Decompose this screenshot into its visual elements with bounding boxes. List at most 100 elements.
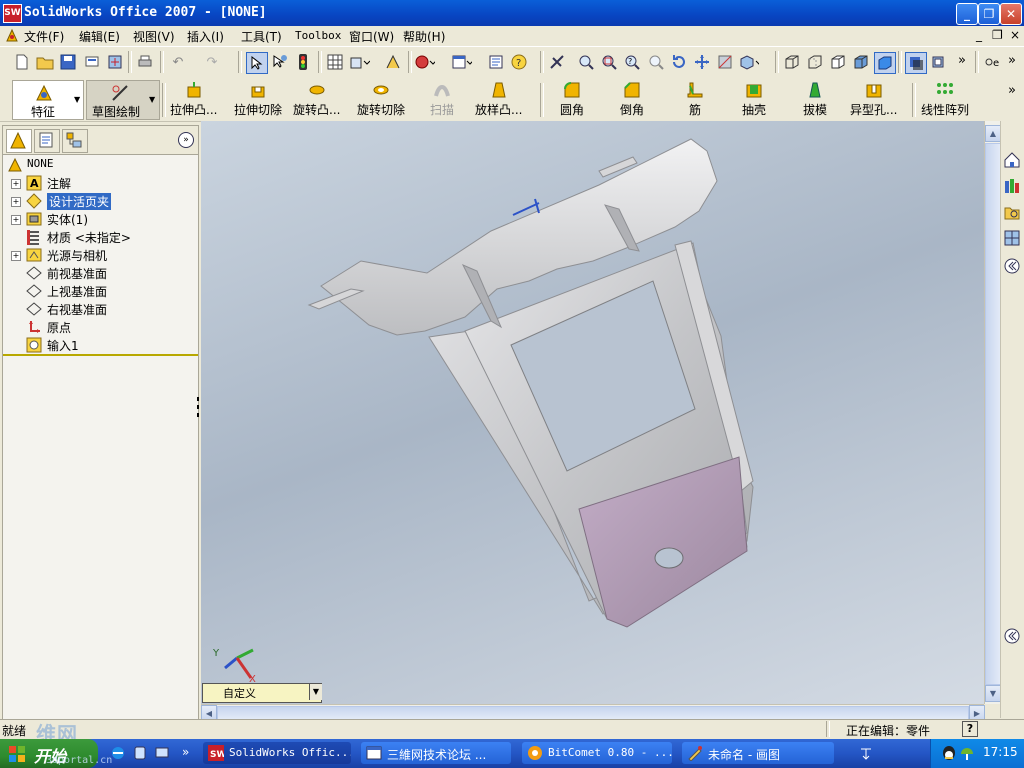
doc-close-button[interactable]: × [1010, 28, 1020, 42]
perspective-icon[interactable] [928, 52, 948, 72]
expand-icon[interactable]: + [11, 251, 21, 261]
tree-node-imported1[interactable]: 输入1 [3, 336, 198, 354]
media-quicklaunch-icon[interactable] [132, 745, 148, 761]
graphics-area[interactable]: Y X 自定义 ▼ [201, 121, 984, 704]
status-help-button[interactable]: ? [962, 721, 978, 737]
task-paint[interactable]: 未命名 - 画图 [682, 742, 834, 764]
extrude-cut-button[interactable]: 拉伸切除 [234, 81, 282, 119]
scroll-up-button[interactable]: ▲ [985, 125, 1001, 142]
minimize-button[interactable]: _ [956, 3, 978, 25]
vertical-scrollbar[interactable]: ▲ ▼ [984, 121, 1002, 704]
tab-configuration-manager[interactable] [62, 129, 88, 153]
new-file-icon[interactable] [12, 52, 32, 72]
menu-window[interactable]: 窗口(W) [349, 28, 394, 45]
rebuild-traffic-light-icon[interactable] [293, 52, 313, 72]
scroll-down-button[interactable]: ▼ [985, 685, 1001, 702]
tree-node-lights-cameras[interactable]: + 光源与相机 [3, 246, 198, 264]
linear-pattern-button[interactable]: 线性阵列 [921, 81, 969, 119]
hidden-lines-visible-icon[interactable] [805, 52, 825, 72]
undo-icon[interactable]: ↶ [168, 52, 188, 72]
ie-quicklaunch-icon[interactable] [110, 745, 126, 761]
panel-splitter-handle[interactable] [196, 395, 200, 419]
select-pointer-icon[interactable] [246, 52, 268, 74]
file-explorer-icon[interactable] [1003, 203, 1021, 221]
redo-icon[interactable]: ↷ [202, 52, 222, 72]
tree-node-annotations[interactable]: + A 注解 [3, 174, 198, 192]
shell-button[interactable]: 抽壳 [742, 81, 766, 119]
zoom-area-icon[interactable] [599, 52, 619, 72]
rollback-bar[interactable] [3, 354, 198, 356]
tree-node-design-binder[interactable]: + 设计活页夹 [3, 192, 198, 210]
view-palette-icon[interactable] [1003, 229, 1021, 247]
sketch-tool-icon[interactable] [547, 52, 567, 72]
maximize-button[interactable]: ❐ [978, 3, 1000, 25]
solidworks-app-icon[interactable]: SW [3, 4, 22, 23]
part-model[interactable] [201, 121, 984, 704]
view-orientation-select[interactable]: 自定义 ▼ [202, 683, 322, 703]
close-button[interactable]: ✕ [1000, 3, 1022, 25]
expand-icon[interactable]: + [11, 197, 21, 207]
language-bar-icon[interactable] [860, 745, 872, 761]
qq-tray-icon[interactable] [941, 745, 957, 761]
menu-tools[interactable]: 工具(T) [241, 28, 282, 45]
tree-node-origin[interactable]: 原点 [3, 318, 198, 336]
tree-node-front-plane[interactable]: 前视基准面 [3, 264, 198, 282]
addins-icon[interactable]: e [983, 52, 1003, 72]
rotate-view-icon[interactable] [669, 52, 689, 72]
print-icon[interactable] [135, 52, 155, 72]
tree-node-material[interactable]: 材质 <未指定> [3, 228, 198, 246]
toolbar-overflow-button[interactable]: » [958, 53, 966, 68]
draft-button[interactable]: 拔模 [803, 81, 827, 119]
instant3d-icon[interactable] [350, 52, 370, 72]
view-layout-icon[interactable] [452, 52, 472, 72]
edit-appearance-icon[interactable] [415, 52, 435, 72]
standard-views-icon[interactable] [739, 52, 759, 72]
menu-help[interactable]: 帮助(H) [403, 28, 445, 45]
home-icon[interactable] [1003, 151, 1021, 169]
menu-view[interactable]: 视图(V) [133, 28, 175, 45]
rib-button[interactable]: 筋 [686, 81, 704, 119]
chamfer-button[interactable]: 倒角 [620, 81, 644, 119]
expand-icon[interactable]: + [11, 215, 21, 225]
design-library-icon[interactable] [1003, 177, 1021, 195]
help-icon[interactable]: ? [509, 52, 529, 72]
tree-node-solid-bodies[interactable]: + 实体(1) [3, 210, 198, 228]
revolve-cut-button[interactable]: 旋转切除 [357, 81, 405, 119]
zoom-in-out-icon[interactable]: ? [622, 52, 642, 72]
collapse-panel-button[interactable]: » [178, 132, 194, 148]
shaded-with-edges-icon[interactable] [851, 52, 871, 72]
toolbar-overflow-button-2[interactable]: » [1008, 53, 1016, 68]
features-dropdown-arrow[interactable]: ▼ [74, 95, 80, 104]
sketch-tab-button[interactable]: 草图绘制 ▼ [86, 80, 160, 120]
collapse-task-pane-icon[interactable] [1003, 627, 1021, 645]
properties-icon[interactable] [486, 52, 506, 72]
hole-wizard-button[interactable]: 异型孔... [850, 81, 897, 119]
menu-edit[interactable]: 编辑(E) [79, 28, 120, 45]
tree-root[interactable]: NONE [3, 156, 198, 174]
zoom-to-fit-icon[interactable] [576, 52, 596, 72]
select-other-icon[interactable] [270, 52, 290, 72]
grid-icon[interactable] [325, 52, 345, 72]
print-preview-icon[interactable] [82, 52, 102, 72]
wireframe-icon[interactable] [782, 52, 802, 72]
pan-icon[interactable] [692, 52, 712, 72]
sketch-dropdown-arrow[interactable]: ▼ [149, 95, 155, 104]
fillet-button[interactable]: 圆角 [560, 81, 584, 119]
tab-feature-manager[interactable] [6, 129, 32, 153]
open-folder-icon[interactable] [35, 52, 55, 72]
loft-button[interactable]: 放样凸... [475, 81, 522, 119]
menu-file[interactable]: 文件(F) [24, 28, 64, 45]
task-solidworks[interactable]: SW SolidWorks Offic... [203, 742, 351, 764]
expand-task-pane-icon[interactable] [1003, 257, 1021, 275]
section-view-icon[interactable] [715, 52, 735, 72]
tree-node-right-plane[interactable]: 右视基准面 [3, 300, 198, 318]
revolve-boss-button[interactable]: 旋转凸... [293, 81, 340, 119]
quicklaunch-overflow[interactable]: » [182, 745, 189, 759]
shaded-icon[interactable] [874, 52, 896, 74]
zoom-selection-icon[interactable] [646, 52, 666, 72]
task-browser[interactable]: 三維网技术论坛 ... [361, 742, 511, 764]
move-component-icon[interactable] [383, 52, 403, 72]
extrude-boss-button[interactable]: 拉伸凸... [170, 81, 217, 119]
menu-insert[interactable]: 插入(I) [187, 28, 224, 45]
task-bitcomet[interactable]: BitComet 0.80 - ... [522, 742, 672, 764]
